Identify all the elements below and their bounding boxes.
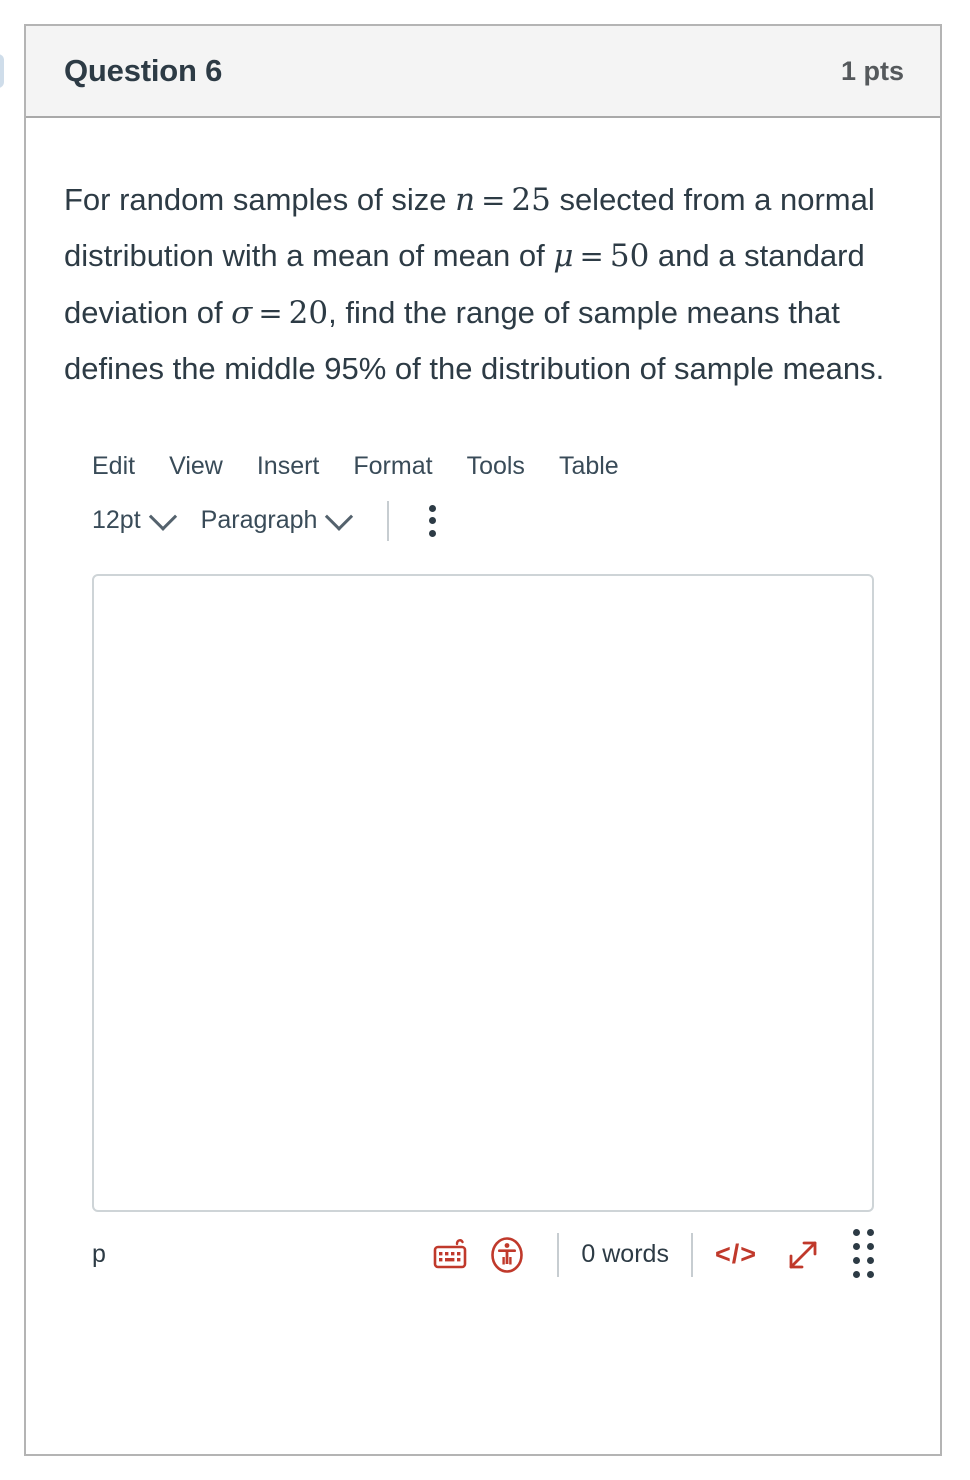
question-card: Question 6 1 pts For random samples of s…	[24, 24, 942, 1456]
math-mathvar-1: n	[455, 182, 476, 218]
math-matheq-6: =	[579, 239, 604, 274]
question-points: 1 pts	[840, 55, 904, 86]
element-path: p	[92, 1240, 106, 1269]
math-matheq-10: =	[258, 295, 283, 330]
statusbar-divider	[690, 1232, 693, 1277]
page-anchor-chip	[0, 54, 4, 88]
resize-grip-icon[interactable]	[853, 1229, 876, 1280]
menu-edit[interactable]: Edit	[92, 452, 135, 481]
word-count: 0 words	[581, 1240, 669, 1269]
chevron-down-icon	[148, 502, 177, 531]
menu-view[interactable]: View	[169, 452, 223, 481]
math-mathvar-9: σ	[231, 294, 253, 331]
math-mathnum-11: 20	[288, 294, 329, 331]
font-size-value: 12pt	[92, 506, 141, 535]
menu-tools[interactable]: Tools	[467, 452, 525, 481]
block-format-select[interactable]: Paragraph	[200, 502, 378, 535]
question-text: For random samples of size n = 25 selected…	[64, 182, 885, 387]
editor-menubar: Edit View Insert Format Tools Table	[64, 444, 902, 490]
math-mathnum-3: 25	[511, 182, 551, 218]
math-matheq-2: =	[481, 183, 506, 217]
editor-statusbar: p 0 words </>	[64, 1212, 902, 1298]
html-editor-button[interactable]: </>	[715, 1239, 757, 1270]
toolbar-divider	[387, 500, 390, 541]
math-mathnum-7: 50	[609, 238, 650, 275]
kebab-vertical-icon[interactable]	[415, 504, 449, 537]
block-format-value: Paragraph	[200, 506, 318, 535]
math-mathvar-5: μ	[553, 238, 574, 275]
menu-table[interactable]: Table	[559, 452, 619, 481]
question-body: For random samples of size n = 25 selected…	[26, 118, 940, 1298]
rich-content-editor: Edit View Insert Format Tools Table 12pt Para…	[64, 444, 902, 1298]
accessibility-checker-icon[interactable]	[479, 1229, 535, 1281]
keyboard-icon[interactable]	[423, 1229, 479, 1281]
page-title: Question 6	[64, 53, 223, 88]
statusbar-divider	[557, 1232, 560, 1277]
menu-format[interactable]: Format	[353, 452, 432, 481]
editor-textarea[interactable]	[92, 573, 874, 1212]
font-size-select[interactable]: 12pt	[92, 502, 201, 535]
menu-insert[interactable]: Insert	[257, 452, 320, 481]
editor-toolbar: 12pt Paragraph	[64, 490, 902, 552]
expand-diagonal-arrows-icon[interactable]	[775, 1229, 831, 1281]
question-header: Question 6 1 pts	[26, 26, 940, 118]
chevron-down-icon	[325, 502, 354, 531]
